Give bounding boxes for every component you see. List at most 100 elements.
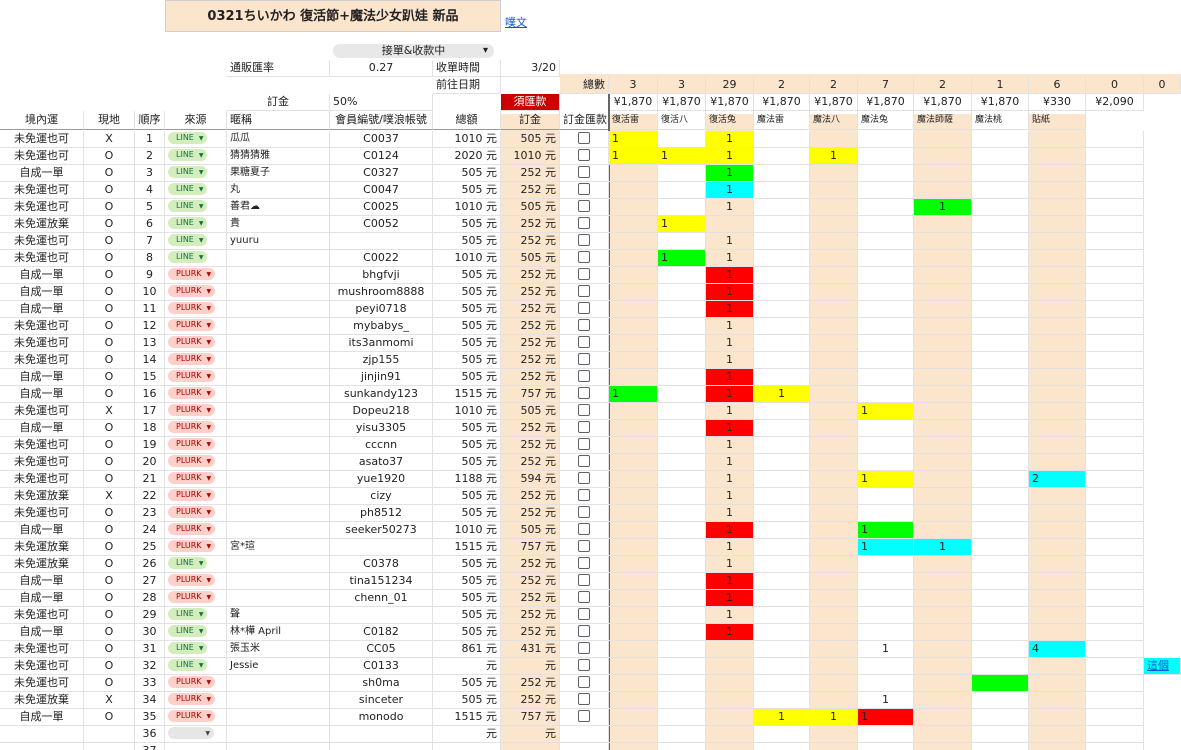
qty-cell[interactable] bbox=[609, 556, 658, 573]
paid-checkbox[interactable] bbox=[578, 302, 590, 314]
qty-cell[interactable] bbox=[810, 454, 858, 471]
qty-cell[interactable] bbox=[609, 199, 658, 216]
qty-cell[interactable] bbox=[1086, 675, 1144, 692]
qty-cell[interactable] bbox=[858, 454, 914, 471]
qty-cell[interactable] bbox=[972, 743, 1029, 750]
qty-cell[interactable] bbox=[609, 301, 658, 318]
qty-cell[interactable] bbox=[1086, 420, 1144, 437]
qty-cell[interactable] bbox=[658, 590, 706, 607]
qty-cell[interactable] bbox=[858, 437, 914, 454]
qty-cell[interactable] bbox=[972, 539, 1029, 556]
qty-cell[interactable] bbox=[754, 267, 810, 284]
qty-cell[interactable] bbox=[706, 641, 754, 658]
qty-cell[interactable] bbox=[1086, 250, 1144, 267]
paid-checkbox[interactable] bbox=[578, 540, 590, 552]
qty-cell[interactable] bbox=[1086, 692, 1144, 709]
source-dropdown[interactable]: PLURK ▼ bbox=[168, 472, 216, 484]
qty-cell[interactable] bbox=[914, 267, 972, 284]
qty-cell[interactable] bbox=[858, 267, 914, 284]
qty-cell[interactable] bbox=[1086, 658, 1144, 675]
qty-cell[interactable] bbox=[1029, 590, 1086, 607]
qty-cell[interactable] bbox=[1086, 284, 1144, 301]
qty-cell[interactable]: 1 bbox=[706, 250, 754, 267]
qty-cell[interactable] bbox=[914, 284, 972, 301]
qty-cell[interactable] bbox=[810, 420, 858, 437]
qty-cell[interactable] bbox=[858, 386, 914, 403]
qty-cell[interactable] bbox=[706, 675, 754, 692]
qty-cell[interactable] bbox=[609, 165, 658, 182]
qty-cell[interactable] bbox=[1029, 505, 1086, 522]
qty-cell[interactable] bbox=[810, 216, 858, 233]
qty-cell[interactable] bbox=[609, 335, 658, 352]
qty-cell[interactable] bbox=[609, 250, 658, 267]
paid-checkbox[interactable] bbox=[578, 404, 590, 416]
qty-cell[interactable] bbox=[972, 403, 1029, 420]
qty-cell[interactable] bbox=[810, 386, 858, 403]
source-dropdown[interactable]: PLURK ▼ bbox=[168, 523, 216, 535]
source-dropdown[interactable]: LINE ▼ bbox=[168, 200, 208, 212]
source-dropdown[interactable]: LINE ▼ bbox=[168, 642, 208, 654]
qty-cell[interactable] bbox=[972, 165, 1029, 182]
qty-cell[interactable]: 1 bbox=[858, 539, 914, 556]
qty-cell[interactable] bbox=[810, 352, 858, 369]
qty-cell[interactable] bbox=[1029, 233, 1086, 250]
qty-cell[interactable] bbox=[754, 131, 810, 148]
qty-cell[interactable] bbox=[609, 471, 658, 488]
qty-cell[interactable] bbox=[1086, 131, 1144, 148]
qty-cell[interactable] bbox=[1029, 352, 1086, 369]
paid-checkbox[interactable] bbox=[578, 183, 590, 195]
qty-cell[interactable] bbox=[1029, 148, 1086, 165]
qty-cell[interactable]: 1 bbox=[658, 148, 706, 165]
qty-cell[interactable] bbox=[658, 301, 706, 318]
qty-cell[interactable] bbox=[658, 726, 706, 743]
qty-cell[interactable] bbox=[972, 658, 1029, 675]
qty-cell[interactable] bbox=[609, 590, 658, 607]
qty-cell[interactable] bbox=[1086, 148, 1144, 165]
qty-cell[interactable] bbox=[1086, 454, 1144, 471]
qty-cell[interactable] bbox=[1029, 284, 1086, 301]
qty-cell[interactable] bbox=[858, 675, 914, 692]
source-dropdown[interactable]: PLURK ▼ bbox=[168, 591, 216, 603]
qty-cell[interactable] bbox=[754, 437, 810, 454]
qty-cell[interactable] bbox=[754, 335, 810, 352]
source-dropdown[interactable]: PLURK ▼ bbox=[168, 404, 216, 416]
qty-cell[interactable] bbox=[609, 607, 658, 624]
qty-cell[interactable] bbox=[810, 131, 858, 148]
paid-checkbox[interactable] bbox=[578, 676, 590, 688]
source-dropdown[interactable]: PLURK ▼ bbox=[168, 421, 216, 433]
qty-cell[interactable] bbox=[810, 267, 858, 284]
qty-cell[interactable] bbox=[914, 709, 972, 726]
qty-cell[interactable] bbox=[972, 675, 1029, 692]
qty-cell[interactable] bbox=[609, 641, 658, 658]
paid-checkbox[interactable] bbox=[578, 693, 590, 705]
qty-cell[interactable] bbox=[754, 369, 810, 386]
qty-cell[interactable] bbox=[810, 199, 858, 216]
qty-cell[interactable] bbox=[706, 743, 754, 750]
source-dropdown[interactable]: LINE ▼ bbox=[168, 234, 208, 246]
qty-cell[interactable] bbox=[754, 692, 810, 709]
qty-cell[interactable] bbox=[858, 658, 914, 675]
qty-cell[interactable] bbox=[609, 233, 658, 250]
qty-cell[interactable] bbox=[754, 352, 810, 369]
qty-cell[interactable] bbox=[914, 454, 972, 471]
qty-cell[interactable] bbox=[858, 352, 914, 369]
qty-cell[interactable]: 1 bbox=[706, 505, 754, 522]
plurk-post-link[interactable]: 噗文 bbox=[505, 14, 527, 30]
qty-cell[interactable] bbox=[609, 539, 658, 556]
source-dropdown[interactable]: LINE ▼ bbox=[168, 166, 208, 178]
qty-cell[interactable] bbox=[706, 692, 754, 709]
qty-cell[interactable] bbox=[609, 216, 658, 233]
paid-checkbox[interactable] bbox=[578, 234, 590, 246]
paid-checkbox[interactable] bbox=[578, 642, 590, 654]
qty-cell[interactable]: 1 bbox=[706, 199, 754, 216]
qty-cell[interactable] bbox=[972, 318, 1029, 335]
qty-cell[interactable] bbox=[754, 165, 810, 182]
qty-cell[interactable] bbox=[972, 590, 1029, 607]
source-dropdown[interactable]: LINE ▼ bbox=[168, 132, 208, 144]
qty-cell[interactable] bbox=[754, 199, 810, 216]
qty-cell[interactable] bbox=[914, 488, 972, 505]
note-link[interactable]: 這個 bbox=[1147, 659, 1169, 672]
qty-cell[interactable] bbox=[858, 216, 914, 233]
qty-cell[interactable] bbox=[1086, 335, 1144, 352]
qty-cell[interactable] bbox=[658, 437, 706, 454]
